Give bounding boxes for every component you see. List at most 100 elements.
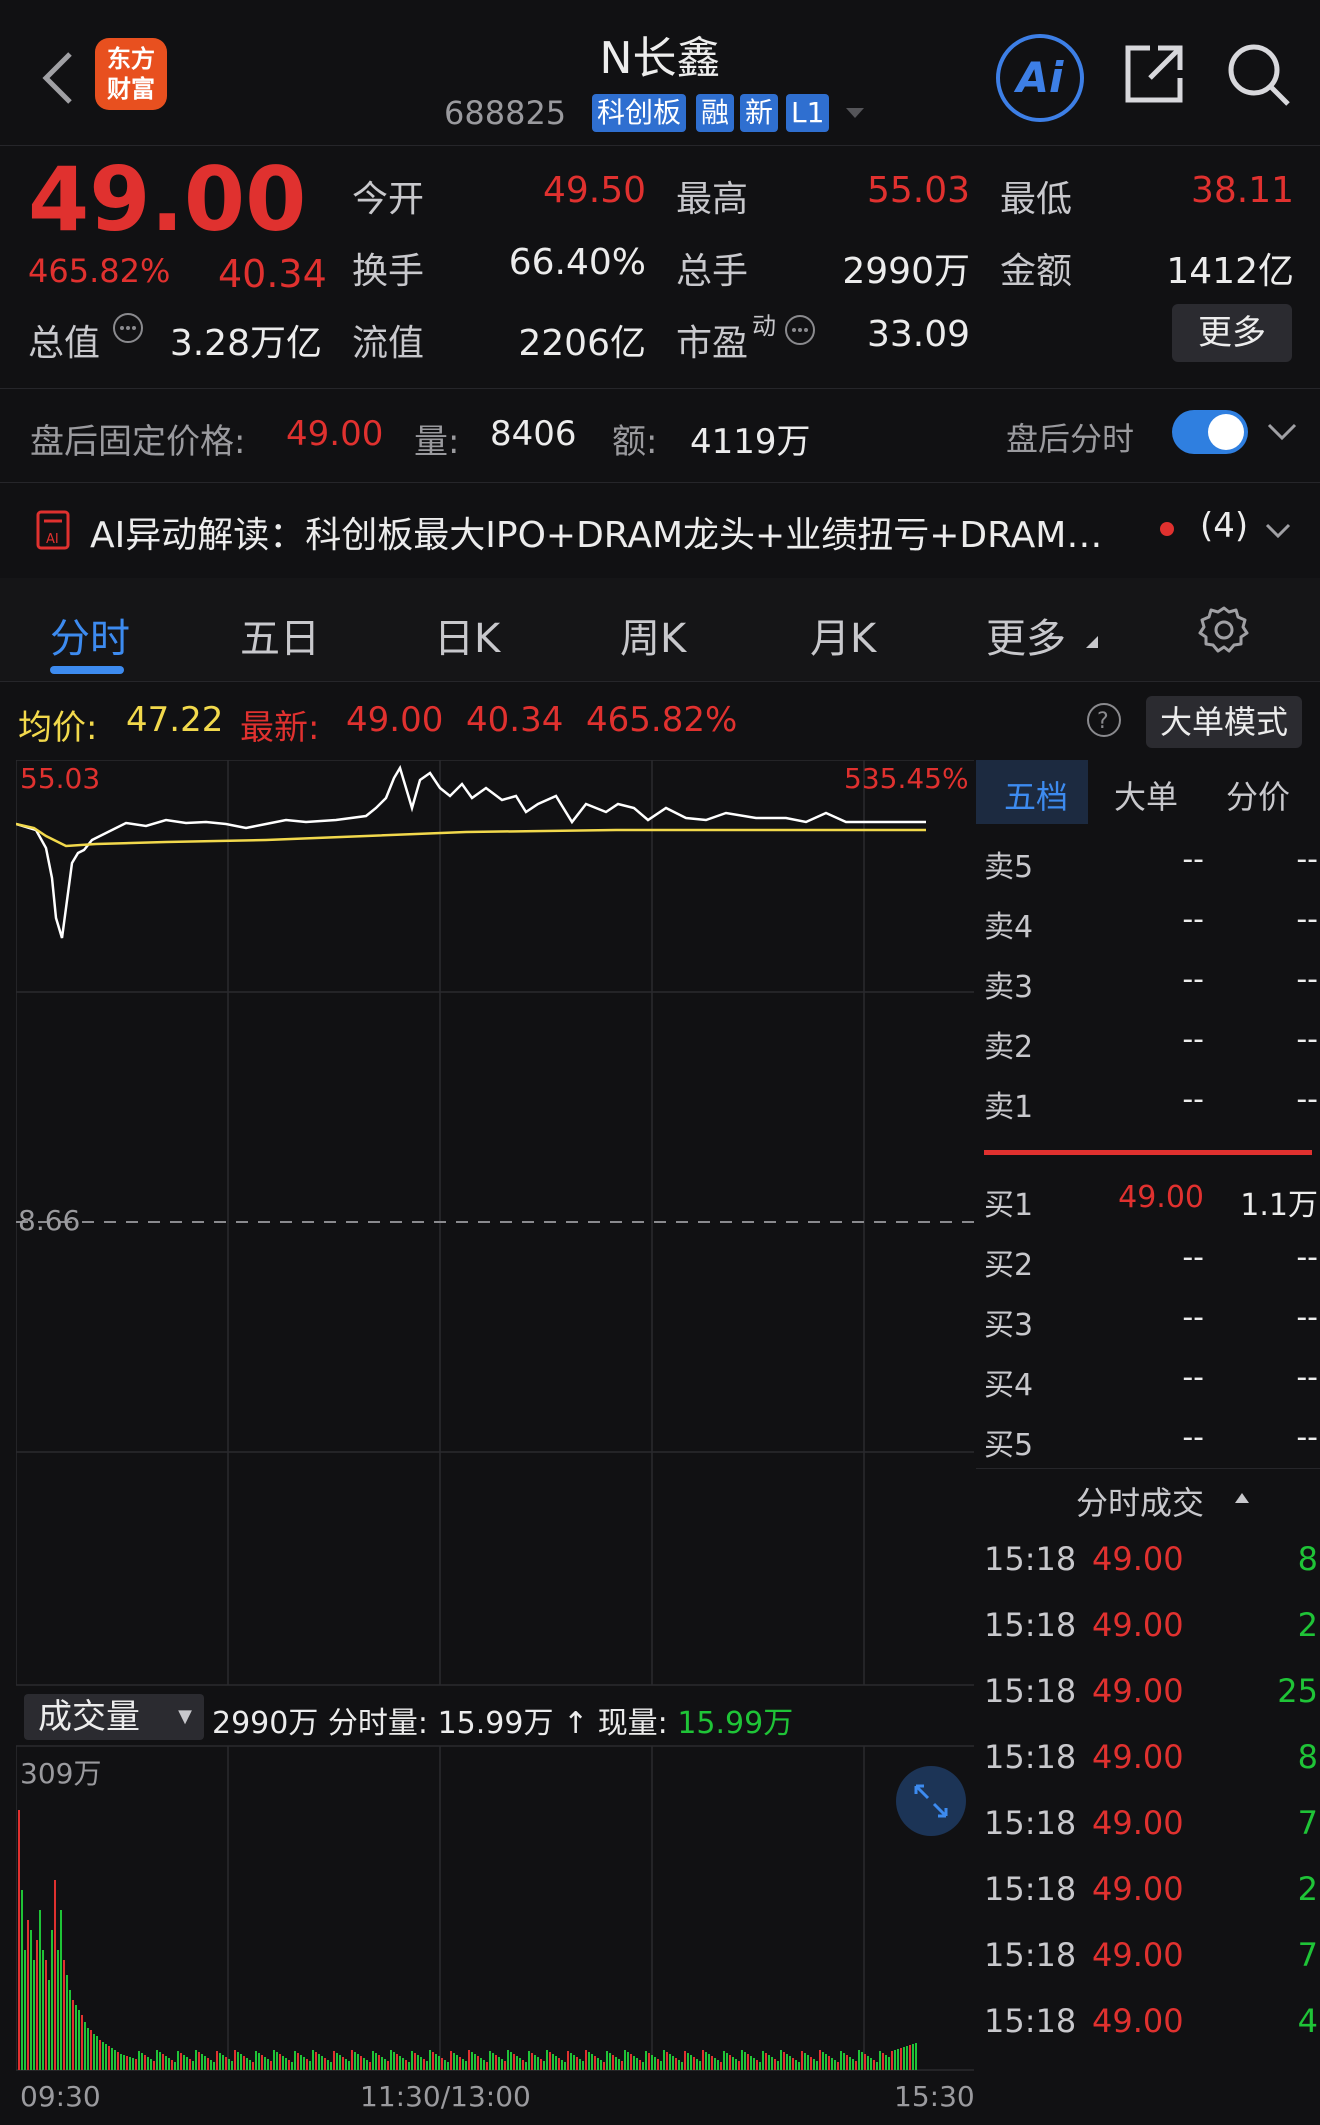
chart-info-line: 均价: 47.22 最新: 49.00 40.34 465.82% ? 大单模式 [0,682,1320,758]
volume-bar [657,2059,659,2070]
chevron-down-icon[interactable] [1266,422,1298,442]
open-value: 49.50 [542,170,646,211]
app-logo[interactable]: 东方 财富 [95,38,167,110]
volume-bar [816,2061,818,2070]
volume-bar [249,2060,251,2070]
volume-bar [762,2051,764,2070]
volume-bar [123,2055,125,2070]
volume-bar [627,2052,629,2070]
volume-bar [33,1960,35,2070]
volume-bar [273,2050,275,2070]
volume-bar [321,2056,323,2070]
chevron-up-icon[interactable] [1234,1492,1250,1504]
volume-bar [663,2050,665,2070]
axis-prev-close: 8.66 [18,1204,81,1237]
volume-bar [162,2054,164,2070]
bid-row[interactable]: 买2 -- -- [984,1240,1318,1283]
search-icon[interactable] [1226,42,1292,108]
intraday-chart[interactable] [16,760,974,2090]
volume-bar [390,2050,392,2070]
tab-price-dist[interactable]: 分价 [1226,772,1290,818]
volume-bar [420,2057,422,2070]
tick-time: 15:18 [984,1606,1077,1644]
volume-bar [693,2057,695,2070]
indicator-select[interactable]: 成交量 ▼ [24,1694,204,1740]
volume-bar [732,2057,734,2070]
big-order-mode-button[interactable]: 大单模式 [1146,696,1302,748]
back-arrow-icon[interactable] [40,50,76,106]
tab-intraday[interactable]: 分时 [50,606,130,664]
chevron-down-icon[interactable] [844,106,866,120]
share-icon[interactable] [1122,42,1186,106]
tab-big-orders[interactable]: 大单 [1114,772,1178,818]
volume-bar [858,2050,860,2070]
volume-bar [348,2061,350,2070]
volume-bar [705,2052,707,2070]
ask-row[interactable]: 卖2 -- -- [984,1022,1318,1065]
tick-time: 15:18 [984,2002,1077,2040]
volume-bar [54,1880,56,2070]
volume-bar [729,2055,731,2070]
volume-bar [840,2051,842,2070]
tick-price: 49.00 [1092,1738,1184,1776]
volume-bar [423,2059,425,2070]
ask-row[interactable]: 卖3 -- -- [984,962,1318,1005]
volume-bar [357,2054,359,2070]
volume-bar [834,2060,836,2070]
volume-bar [342,2057,344,2070]
tab-more[interactable]: 更多 [986,606,1066,664]
bid-row[interactable]: 买1 49.00 1.1万 [984,1180,1318,1223]
tick-volume: 7 [1297,1804,1318,1842]
ticks-title[interactable]: 分时成交 [1076,1478,1204,1524]
volume-bar [486,2062,488,2070]
bid-row[interactable]: 买5 -- -- [984,1420,1318,1463]
volume-bar [366,2060,368,2070]
volume-bar [561,2060,563,2070]
chevron-down-icon[interactable] [1264,522,1292,540]
tab-five-day[interactable]: 五日 [240,606,320,664]
high-value: 55.03 [866,170,970,211]
axis-top-price: 55.03 [20,762,101,795]
expand-chart-button[interactable] [896,1766,966,1836]
tick-price: 49.00 [1092,2002,1184,2040]
info-dots-icon[interactable] [784,314,816,346]
level-price: -- [1182,902,1204,937]
after-hours-vol: 8406 [490,414,577,454]
volume-bar [735,2059,737,2070]
volume-bar [558,2058,560,2070]
ai-insight-row[interactable]: AI AI异动解读：科创板最大IPO+DRAM龙头+业绩扭亏+DRAM… (4) [0,484,1320,576]
ask-row[interactable]: 卖1 -- -- [984,1082,1318,1125]
volume-bar [318,2054,320,2070]
volume-bar [723,2051,725,2070]
pe-label: 市盈 [676,323,749,364]
ai-assistant-button[interactable]: Ai [996,34,1084,122]
settings-gear-icon[interactable] [1198,604,1250,656]
volume-bar [126,2056,128,2070]
volume-bar [798,2062,800,2070]
volume-bar [648,2053,650,2070]
volume-bar [156,2050,158,2070]
float-cap-value: 2206亿 [518,323,646,364]
volume-bar [711,2056,713,2070]
volume-bar [429,2050,431,2070]
pe-value: 33.09 [866,314,970,355]
volume-bar [654,2057,656,2070]
level-volume: -- [1296,1420,1318,1455]
bid-row[interactable]: 买3 -- -- [984,1300,1318,1343]
volume-bar [315,2052,317,2070]
more-quote-button[interactable]: 更多 [1172,304,1292,362]
ask-row[interactable]: 卖5 -- -- [984,842,1318,885]
tab-weekly-k[interactable]: 周K [620,606,686,664]
volume-bar [513,2054,515,2070]
volume-bar [915,2043,917,2070]
after-hours-amt: 4119万 [690,422,811,462]
volume-bar [108,2046,110,2070]
bid-row[interactable]: 买4 -- -- [984,1360,1318,1403]
after-hours-toggle[interactable] [1172,410,1248,454]
ask-row[interactable]: 卖4 -- -- [984,902,1318,945]
tab-five-levels[interactable]: 五档 [1004,772,1068,818]
volume-bar [891,2051,893,2070]
help-icon[interactable]: ? [1086,702,1122,738]
tab-daily-k[interactable]: 日K [434,606,500,664]
tab-monthly-k[interactable]: 月K [810,606,876,664]
